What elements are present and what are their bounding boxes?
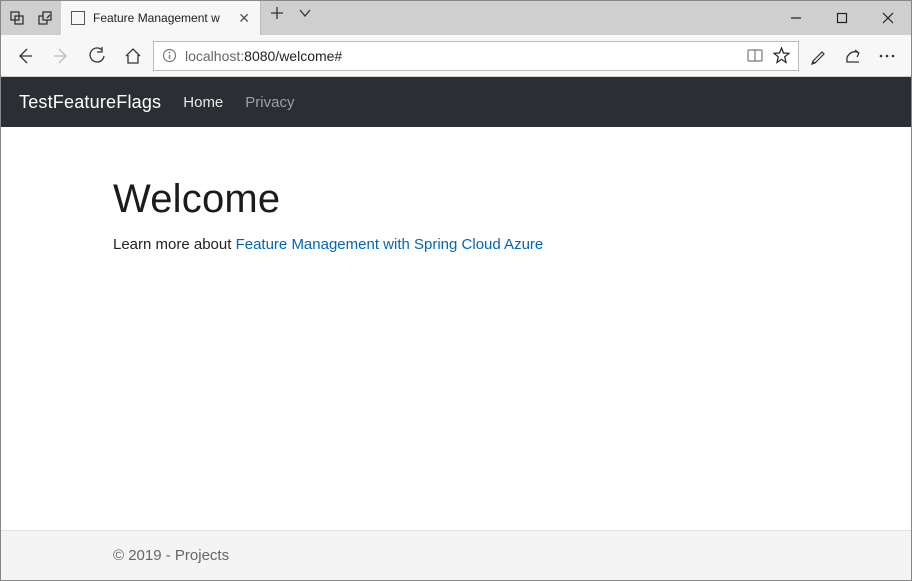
page-viewport: TestFeatureFlags Home Privacy Welcome Le… xyxy=(1,77,911,580)
url-text: localhost:8080/welcome# xyxy=(185,48,342,64)
url-host: localhost: xyxy=(185,48,244,64)
nav-link-home[interactable]: Home xyxy=(183,94,223,111)
lead-paragraph: Learn more about Feature Management with… xyxy=(113,236,911,253)
tab-actions-button[interactable] xyxy=(293,1,317,25)
nav-link-privacy[interactable]: Privacy xyxy=(245,94,294,111)
address-bar[interactable]: localhost:8080/welcome# xyxy=(153,41,799,71)
browser-tab[interactable]: Feature Management w ✕ xyxy=(61,1,261,35)
browser-toolbar: localhost:8080/welcome# xyxy=(1,35,911,77)
page-body: Welcome Learn more about Feature Managem… xyxy=(1,127,911,530)
refresh-button[interactable] xyxy=(81,40,113,72)
more-menu-icon[interactable] xyxy=(871,40,903,72)
reading-view-icon[interactable] xyxy=(747,48,763,64)
feature-management-link[interactable]: Feature Management with Spring Cloud Azu… xyxy=(236,236,544,253)
window-controls xyxy=(773,1,911,35)
maximize-button[interactable] xyxy=(819,1,865,35)
lead-text: Learn more about xyxy=(113,236,236,253)
address-bar-right xyxy=(747,47,790,64)
close-window-button[interactable] xyxy=(865,1,911,35)
set-aside-tabs-icon[interactable] xyxy=(5,6,29,30)
home-button[interactable] xyxy=(117,40,149,72)
tab-title: Feature Management w xyxy=(93,11,220,25)
window-titlebar: Feature Management w ✕ xyxy=(1,1,911,35)
back-button[interactable] xyxy=(9,40,41,72)
url-path: 8080/welcome# xyxy=(244,48,342,64)
favorites-star-icon[interactable] xyxy=(773,47,790,64)
share-icon[interactable] xyxy=(837,40,869,72)
notes-icon[interactable] xyxy=(803,40,835,72)
site-footer: © 2019 - Projects xyxy=(1,530,911,580)
page-heading: Welcome xyxy=(113,177,911,222)
site-navbar: TestFeatureFlags Home Privacy xyxy=(1,77,911,127)
new-tab-button[interactable] xyxy=(265,1,289,25)
tab-close-button[interactable]: ✕ xyxy=(238,10,250,27)
footer-text: © 2019 - Projects xyxy=(113,547,229,564)
titlebar-left-controls xyxy=(1,1,61,35)
minimize-button[interactable] xyxy=(773,1,819,35)
toolbar-right xyxy=(803,40,903,72)
site-info-icon[interactable] xyxy=(162,48,177,63)
show-tabs-icon[interactable] xyxy=(33,6,57,30)
page-icon xyxy=(71,11,85,25)
forward-button[interactable] xyxy=(45,40,77,72)
brand-title[interactable]: TestFeatureFlags xyxy=(19,92,161,113)
